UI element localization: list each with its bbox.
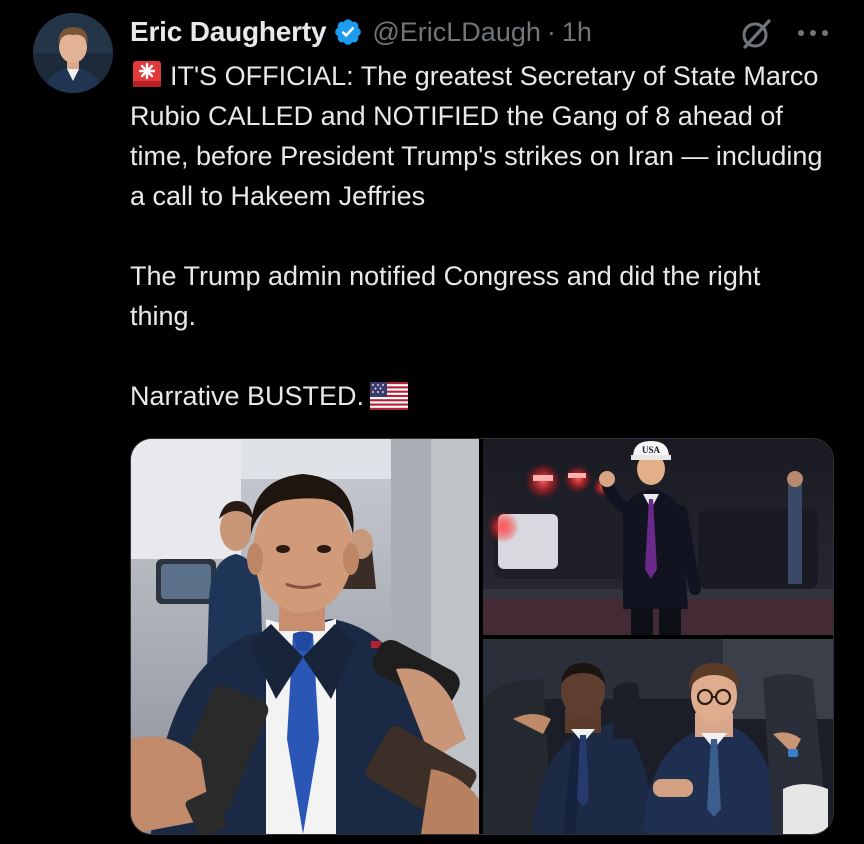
tweet-paragraph-1: IT'S OFFICIAL: The greatest Secretary of… <box>130 56 830 216</box>
paragraph-1-text: IT'S OFFICIAL: The greatest Secretary of… <box>130 61 823 211</box>
tweet-paragraph-2: The Trump admin notified Congress and di… <box>130 261 761 331</box>
author-handle[interactable]: @EricLDaugh <box>372 17 541 48</box>
rotating-light-emoji-icon <box>130 59 164 89</box>
tweet-text: IT'S OFFICIAL: The greatest Secretary of… <box>130 56 830 416</box>
more-options-icon[interactable] <box>795 22 831 44</box>
separator-dot: · <box>546 16 556 47</box>
media-grid: USA <box>130 438 834 835</box>
grok-icon[interactable] <box>738 16 774 52</box>
us-flag-emoji-icon <box>370 381 409 410</box>
cap-text: USA <box>642 445 661 455</box>
author-name[interactable]: Eric Daugherty <box>130 16 327 48</box>
author-avatar[interactable] <box>33 13 113 93</box>
tweet-paragraph-3: Narrative BUSTED. <box>130 376 830 416</box>
timestamp[interactable]: 1h <box>562 17 592 48</box>
paragraph-3-text: Narrative BUSTED. <box>130 381 365 411</box>
tweet-header: Eric Daugherty @EricLDaugh · 1h <box>130 12 592 52</box>
photo-rubio-press[interactable] <box>131 439 479 834</box>
tweet[interactable]: Eric Daugherty @EricLDaugh · 1h IT'S OFF… <box>0 0 864 844</box>
photo-trump-night[interactable]: USA <box>483 439 833 635</box>
photo-jeffries-johnson[interactable] <box>483 639 833 834</box>
verified-badge-icon <box>333 17 363 47</box>
